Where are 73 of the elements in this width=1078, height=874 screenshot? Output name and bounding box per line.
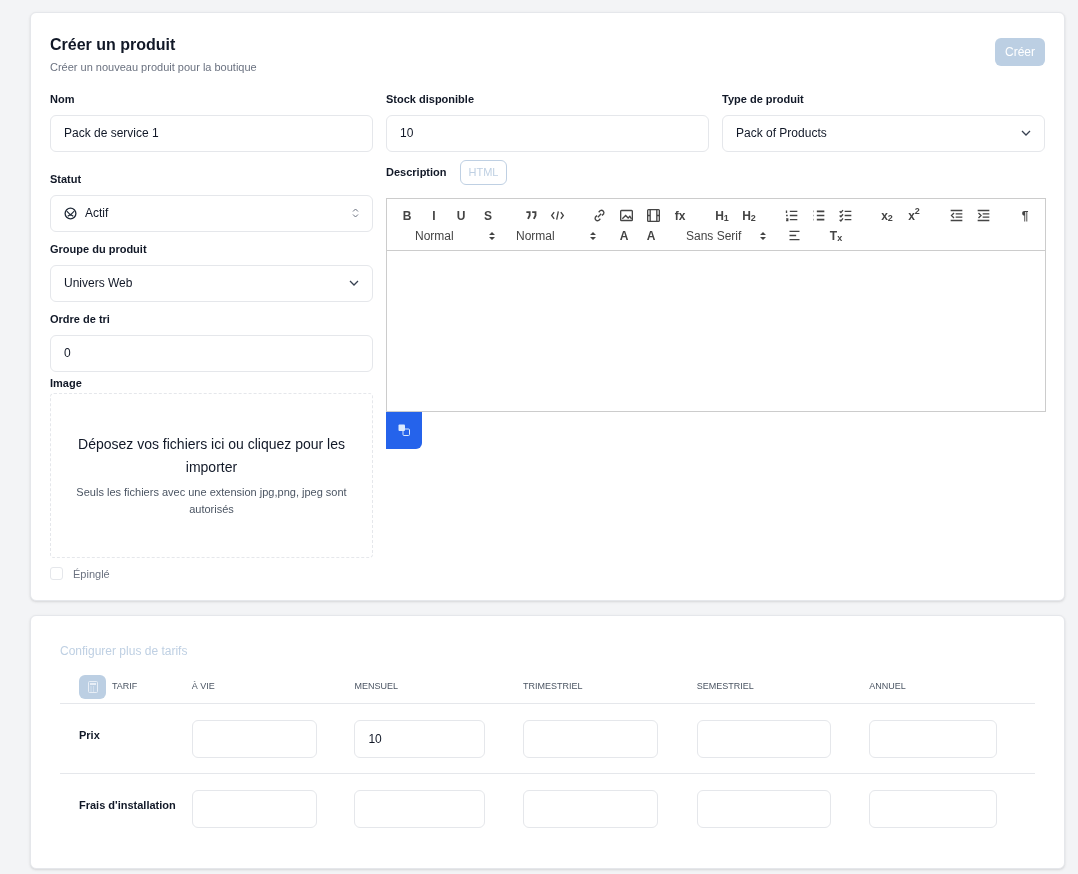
toolbar-button[interactable]: H$_{2}$ [738,206,760,225]
input-field[interactable] [523,719,659,758]
toolbar-button[interactable]: x$_{2}$ [876,206,898,225]
column-header: SEMESTRIEL [696,679,754,693]
translate-icon [398,424,410,436]
column-header: À VIE [191,679,215,693]
field-label: Nom [50,91,76,106]
checklist-icon[interactable] [837,208,853,223]
video-icon[interactable] [645,208,661,223]
dropzone-hint: Seuls les fichiers avec une extension jpg,png, jpeg sont autorisés [75,484,348,517]
select-field[interactable]: Univers Web [50,264,373,302]
indent-icon[interactable] [975,208,991,223]
chevron-down-icon [1021,130,1031,136]
image-icon[interactable] [618,208,634,223]
page-title: Créer un produit [50,35,177,55]
input-field[interactable]: Pack de service 1 [50,114,373,152]
toolbar-button[interactable]: A [640,226,662,245]
input-field[interactable] [523,790,659,828]
link-icon[interactable] [591,208,607,223]
row-label: Frais d'installation [79,799,176,811]
sort-arrows-icon [489,230,495,241]
input-field[interactable] [191,790,317,828]
checkbox-label: Épinglé [73,566,110,582]
sort-arrows-icon [590,230,596,241]
format-picker[interactable]: Normal [411,226,507,245]
input-field[interactable] [354,790,486,828]
input-field[interactable] [696,719,831,758]
input-field[interactable]: 0 [50,334,373,372]
field-label: Image [50,375,83,390]
select-field[interactable]: Pack of Products [722,114,1045,152]
field-label: Statut [50,171,83,186]
column-header: TRIMESTRIEL [523,679,583,693]
toolbar-button[interactable]: ¶ [1014,206,1036,225]
row-label: Prix [79,728,100,741]
status-icon [64,206,77,220]
chevron-down-icon [349,280,359,286]
input-field[interactable]: 10 [386,114,709,152]
field-label: Description [386,164,447,180]
field-label: Type de produit [722,91,805,106]
toolbar-button[interactable]: T$_{x}$ [825,226,847,245]
file-dropzone[interactable]: Déposez vos fichiers ici ou cliquez pour les importer Seuls les fichiers avec une extension jpg,png, jpeg sont autorisés [50,392,373,558]
sort-arrows-icon [760,230,766,241]
checkbox[interactable] [50,567,63,581]
toolbar-button[interactable]: H$_{1}$ [711,206,733,225]
format-picker[interactable]: Normal [512,226,608,245]
sort-arrows-icon [352,208,359,218]
input-field[interactable]: 10 [354,719,486,758]
input-field[interactable] [696,790,831,828]
column-header: MENSUEL [354,679,398,693]
input-field[interactable] [191,719,317,758]
column-header: ANNUEL [869,679,906,693]
dropzone-title: Déposez vos fichiers ici ou cliquez pour les importer [77,434,346,477]
toolbar-button[interactable]: S [477,206,499,225]
toolbar-button[interactable]: B [396,206,418,225]
input-field[interactable] [869,719,998,758]
select-field[interactable]: Actif [50,194,373,232]
outdent-icon[interactable] [948,208,964,223]
page-subtitle: Créer un nouveau produit pour la boutique [50,60,257,75]
translate-button[interactable] [386,411,422,449]
toolbar-button[interactable]: fx [669,206,691,225]
field-label: Ordre de tri [50,311,111,326]
section-title: Configurer plus de tarifs [60,643,189,660]
code-icon[interactable] [549,208,565,223]
column-header: TARIF [112,679,138,693]
toolbar-button[interactable]: U [450,206,472,225]
ordered-list-icon[interactable] [783,208,799,223]
toolbar-button[interactable]: I [423,206,445,225]
input-field[interactable] [869,790,998,828]
toolbar-button[interactable]: A [613,226,635,245]
toolbar-button[interactable]: x$^{2}$ [903,206,925,225]
format-picker[interactable]: Sans Serif [682,226,778,245]
field-label: Groupe du produit [50,241,148,256]
field-label: Stock disponible [386,91,475,106]
